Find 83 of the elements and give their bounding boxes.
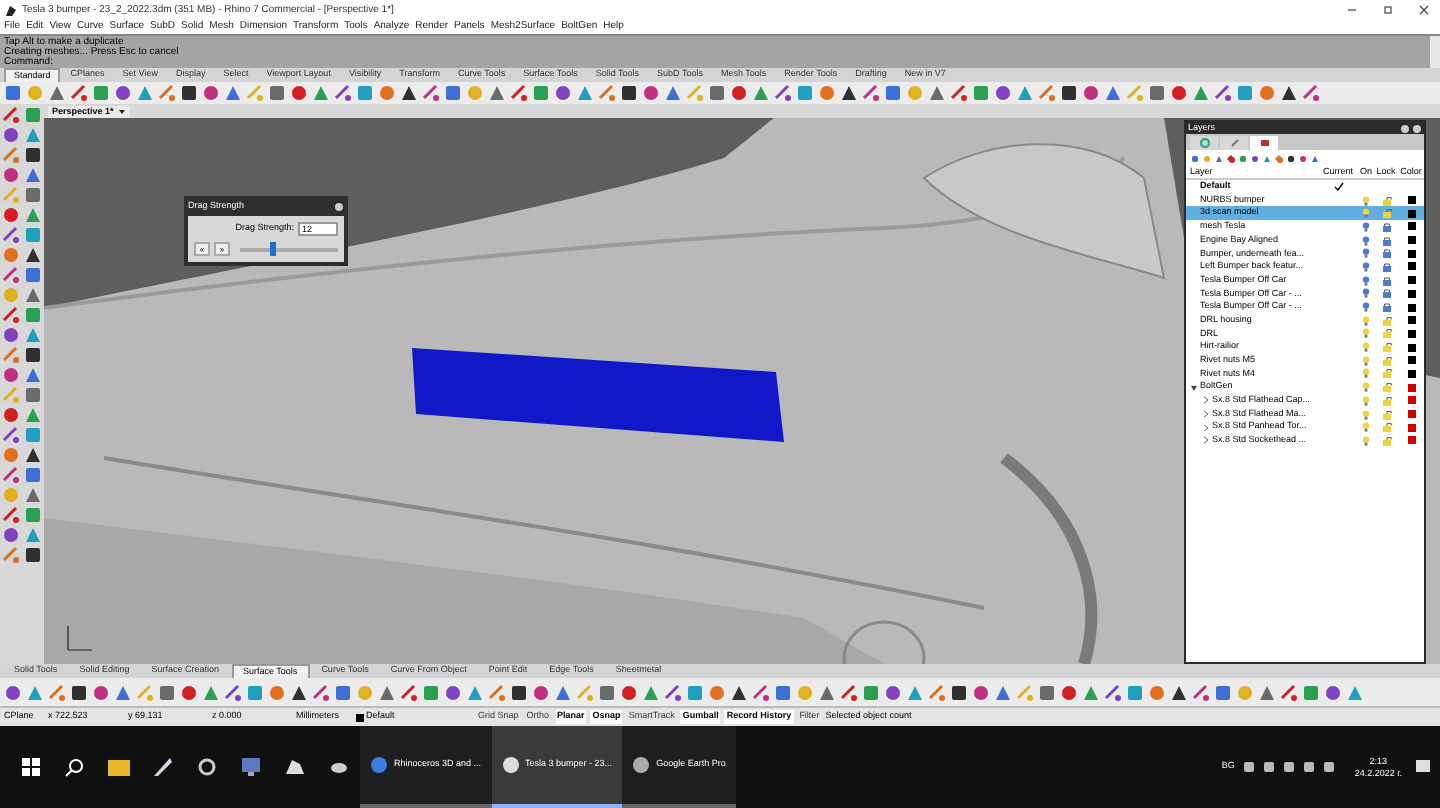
color-swatch[interactable] xyxy=(1407,423,1415,432)
lock-icon[interactable] xyxy=(1381,435,1391,446)
lock-icon[interactable] xyxy=(1381,315,1391,326)
lightbulb-icon[interactable] xyxy=(1362,288,1370,299)
lock-icon[interactable] xyxy=(1381,422,1391,433)
lightbulb-icon[interactable] xyxy=(1362,261,1370,272)
app-icon xyxy=(632,756,651,774)
restore-icon[interactable] xyxy=(1380,4,1396,16)
search-icon[interactable] xyxy=(61,754,87,780)
check-icon[interactable] xyxy=(1333,181,1343,192)
color-swatch[interactable] xyxy=(1407,410,1415,419)
expander-icon[interactable] xyxy=(1202,410,1210,419)
color-swatch[interactable] xyxy=(1407,276,1415,285)
color-swatch[interactable] xyxy=(1407,262,1415,271)
lightbulb-icon[interactable] xyxy=(1362,235,1370,246)
color-swatch[interactable] xyxy=(1407,343,1415,352)
pen-icon[interactable] xyxy=(149,754,175,780)
lightbulb-icon[interactable] xyxy=(1362,435,1370,446)
lightbulb-icon[interactable] xyxy=(1362,409,1370,420)
lightbulb-icon[interactable] xyxy=(1362,422,1370,433)
scrollbar[interactable] xyxy=(1430,36,1440,68)
color-swatch[interactable] xyxy=(1407,396,1415,405)
panel-tab[interactable] xyxy=(1220,136,1248,150)
lightbulb-icon[interactable] xyxy=(1362,395,1370,406)
lock-icon[interactable] xyxy=(1381,275,1391,286)
close-icon[interactable] xyxy=(1416,4,1432,16)
lock-icon[interactable] xyxy=(1381,368,1391,379)
lock-icon[interactable] xyxy=(1381,382,1391,393)
minimize-icon[interactable] xyxy=(1344,4,1360,16)
axis-icon xyxy=(67,625,93,651)
lock-icon[interactable] xyxy=(1381,355,1391,366)
monitor-icon[interactable] xyxy=(237,754,263,780)
color-swatch[interactable] xyxy=(1407,356,1415,365)
lightbulb-icon[interactable] xyxy=(1362,355,1370,366)
lock-icon[interactable] xyxy=(1381,248,1391,259)
color-swatch[interactable] xyxy=(1407,329,1415,338)
color-swatch[interactable] xyxy=(1407,249,1415,258)
lock-icon[interactable] xyxy=(1381,302,1391,313)
lock-icon[interactable] xyxy=(1381,195,1391,206)
color-swatch[interactable] xyxy=(1407,303,1415,312)
lightbulb-icon[interactable] xyxy=(1362,208,1370,219)
lock-icon[interactable] xyxy=(1381,261,1391,272)
app-icon xyxy=(501,756,520,774)
expander-icon[interactable] xyxy=(1202,436,1210,445)
color-swatch[interactable] xyxy=(1407,209,1415,218)
expander-icon[interactable] xyxy=(1202,423,1210,432)
color-swatch[interactable] xyxy=(1407,436,1415,445)
slider-thumb[interactable] xyxy=(269,241,276,255)
folder-icon[interactable] xyxy=(105,754,131,780)
color-swatch[interactable] xyxy=(1407,289,1415,298)
lightbulb-icon[interactable] xyxy=(1362,382,1370,393)
windows-logo-icon[interactable] xyxy=(17,754,43,780)
color-swatch[interactable] xyxy=(1407,222,1415,231)
lightbulb-icon[interactable] xyxy=(1362,221,1370,232)
lightbulb-icon[interactable] xyxy=(1362,315,1370,326)
lightbulb-icon[interactable] xyxy=(1362,302,1370,313)
panel-tab[interactable] xyxy=(1250,136,1278,150)
lightbulb-icon[interactable] xyxy=(1362,275,1370,286)
lock-icon[interactable] xyxy=(1381,235,1391,246)
color-wheel-icon xyxy=(1199,138,1209,148)
color-swatch[interactable] xyxy=(1407,369,1415,378)
expander-icon[interactable] xyxy=(1190,383,1198,392)
app-icon xyxy=(370,756,388,774)
lock-icon[interactable] xyxy=(1381,395,1391,406)
lightbulb-icon[interactable] xyxy=(1362,342,1370,353)
layers-icon xyxy=(1259,138,1269,148)
notification-icon[interactable] xyxy=(1414,758,1432,776)
lock-icon[interactable] xyxy=(1381,328,1391,339)
color-swatch[interactable] xyxy=(1407,196,1415,205)
expander-icon[interactable] xyxy=(1202,396,1210,405)
pen-icon xyxy=(1229,138,1239,148)
color-swatch[interactable] xyxy=(1407,316,1415,325)
lock-icon[interactable] xyxy=(1381,208,1391,219)
lightbulb-icon[interactable] xyxy=(1362,368,1370,379)
lightbulb-icon[interactable] xyxy=(1362,248,1370,259)
lock-icon[interactable] xyxy=(1381,342,1391,353)
lightbulb-icon[interactable] xyxy=(1362,328,1370,339)
lock-icon[interactable] xyxy=(1381,221,1391,232)
color-swatch[interactable] xyxy=(1407,383,1415,392)
lightbulb-icon[interactable] xyxy=(1362,195,1370,206)
lock-icon[interactable] xyxy=(1381,409,1391,420)
color-swatch[interactable] xyxy=(1407,236,1415,245)
lock-icon[interactable] xyxy=(1381,288,1391,299)
